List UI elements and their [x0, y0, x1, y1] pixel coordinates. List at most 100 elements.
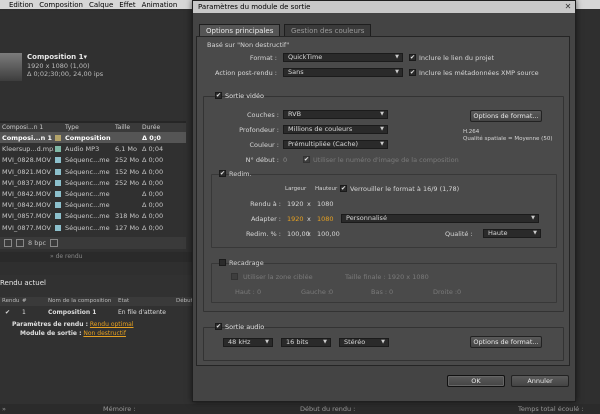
composition-title[interactable]: Composition 1▾ — [27, 53, 87, 61]
start-number-value[interactable]: 0 — [283, 156, 287, 164]
quality-info: Qualité spatiale = Moyenne (50) — [463, 136, 553, 142]
label-color-swatch[interactable] — [55, 168, 61, 175]
list-item[interactable]: Kleersup...d.mp3 Audio MP3 6,1 Mo Δ 0;04 — [0, 143, 186, 154]
menu-effet[interactable]: Effet — [116, 1, 138, 9]
tab-main-options[interactable]: Options principales — [199, 24, 281, 36]
menu-calque[interactable]: Calque — [86, 1, 116, 9]
crop-label: Recadrage — [229, 259, 264, 267]
color-dropdown[interactable]: Prémultipliée (Cache) ▼ — [283, 140, 388, 149]
item-type: Séquenc...me — [65, 212, 110, 221]
item-name: Composi...n 1 — [2, 134, 53, 142]
tab-render-queue[interactable]: » de rendu — [50, 253, 82, 260]
new-folder-icon[interactable] — [16, 239, 24, 247]
format-value: QuickTime — [288, 53, 323, 61]
col-type[interactable]: Type — [65, 124, 79, 131]
list-item[interactable]: Composi...n 1 Composition Δ 0;0 — [0, 132, 186, 144]
channels-label: Couches : — [247, 111, 279, 119]
list-item[interactable]: MVI_0877.MOV Séquenc...me 127 Mo Δ 0;00 — [0, 222, 186, 233]
post-render-dropdown[interactable]: Sans ▼ — [283, 68, 403, 77]
list-item[interactable]: MVI_0857.MOV Séquenc...me 318 Mo Δ 0;00 — [0, 210, 186, 221]
list-item[interactable]: MVI_0837.MOV Séquenc...me 252 Mo Δ 0;00 — [0, 177, 186, 188]
list-item[interactable]: MVI_0842.MOV Séquenc...me Δ 0;00 — [0, 199, 186, 210]
audio-output-checkbox[interactable]: ✔ — [215, 323, 222, 330]
use-roi-label: Utiliser la zone ciblée — [243, 273, 313, 281]
item-name: MVI_0837.MOV — [2, 178, 51, 187]
menu-composition[interactable]: Composition — [36, 1, 86, 9]
render-col-comp[interactable]: Nom de la composition — [48, 298, 111, 304]
label-color-swatch[interactable] — [55, 157, 61, 164]
render-settings-line: Paramètres de rendu : Rendu optimal — [12, 321, 134, 328]
render-checkbox[interactable]: ✔ — [5, 309, 10, 316]
label-color-swatch[interactable] — [55, 213, 61, 220]
use-comp-frame-checkbox[interactable]: ✔ — [303, 156, 310, 163]
list-item[interactable]: MVI_0842.MOV Séquenc...me Δ 0;00 — [0, 188, 186, 199]
interpret-footage-icon[interactable] — [4, 239, 12, 247]
ok-button[interactable]: OK — [447, 375, 505, 387]
crop-left-value[interactable]: 0 — [329, 288, 333, 296]
use-roi-checkbox[interactable] — [231, 273, 238, 280]
format-dropdown[interactable]: QuickTime ▼ — [283, 53, 403, 62]
rendered-width: 1920 — [287, 200, 304, 208]
depth-dropdown[interactable]: Millions de couleurs ▼ — [283, 125, 388, 134]
lock-ratio-checkbox[interactable]: ✔ — [340, 185, 347, 192]
render-queue-panel: Rendu actuel Rendu # Nom de la compositi… — [0, 275, 196, 405]
render-settings-link[interactable]: Rendu optimal — [90, 321, 134, 328]
format-label: Format : — [249, 54, 277, 62]
col-duration[interactable]: Durée — [142, 124, 160, 131]
col-name[interactable]: Composi...n 1 — [2, 124, 43, 131]
crop-top-value[interactable]: 0 — [257, 288, 261, 296]
label-color-swatch[interactable] — [55, 190, 61, 197]
output-module-link[interactable]: Non destructif — [83, 330, 126, 337]
adapt-width-field[interactable]: 1920 — [287, 215, 304, 223]
item-type: Séquenc...me — [65, 156, 110, 165]
list-item[interactable]: MVI_0828.MOV Séquenc...me 252 Mo Δ 0;00 — [0, 154, 186, 165]
panel-tabs: » de rendu — [0, 252, 195, 262]
label-color-swatch[interactable] — [55, 202, 61, 209]
video-output-checkbox[interactable]: ✔ — [215, 92, 222, 99]
quality-dropdown[interactable]: Haute ▼ — [483, 229, 541, 238]
bit-depth[interactable]: 8 bpc — [28, 239, 46, 247]
item-type: Audio MP3 — [65, 145, 100, 154]
audio-format-options-button[interactable]: Options de format... — [470, 336, 542, 348]
col-size[interactable]: Taille — [115, 124, 130, 131]
label-color-swatch[interactable] — [55, 146, 61, 153]
label-color-swatch[interactable] — [55, 135, 61, 141]
crop-bottom-value[interactable]: 0 — [389, 288, 393, 296]
audio-rate-dropdown[interactable]: 48 kHz ▼ — [223, 338, 273, 347]
menu-edition[interactable]: Edition — [6, 1, 36, 9]
include-xmp-checkbox[interactable]: ✔ — [409, 69, 416, 76]
audio-channels-dropdown[interactable]: Stéréo ▼ — [339, 338, 389, 347]
format-options-button[interactable]: Options de format... — [470, 110, 542, 122]
adapt-preset-dropdown[interactable]: Personnalisé ▼ — [341, 214, 539, 223]
audio-bits-dropdown[interactable]: 16 bits ▼ — [281, 338, 331, 347]
render-col-start[interactable]: Début — [176, 298, 193, 304]
crop-checkbox[interactable] — [219, 259, 226, 266]
output-module-line: Module de sortie : Non destructif — [20, 330, 126, 337]
resize-checkbox[interactable]: ✔ — [219, 170, 226, 177]
render-col-number[interactable]: # — [22, 298, 27, 304]
cancel-button[interactable]: Annuler — [511, 375, 569, 387]
render-status-bar: » Mémoire : Début du rendu : Temps total… — [0, 404, 600, 414]
status-elapsed: Temps total écoulé : — [518, 405, 584, 413]
close-icon[interactable]: ✕ — [564, 3, 572, 11]
label-color-swatch[interactable] — [55, 224, 61, 231]
menu-animation[interactable]: Animation — [139, 1, 181, 9]
output-module-dialog: Paramètres du module de sortie ✕ Options… — [192, 0, 576, 402]
adapt-x: x — [307, 215, 311, 223]
trash-icon[interactable] — [50, 239, 59, 247]
render-queue-row[interactable]: ✔ 1 Composition 1 En file d'attente — [0, 308, 196, 318]
list-item[interactable]: MVI_0821.MOV Séquenc...me 152 Mo Δ 0;00 — [0, 166, 186, 177]
main-options-panel: Basé sur "Non destructif" Format : Quick… — [196, 36, 570, 366]
resize-percent-label: Redim. % : — [245, 230, 281, 238]
render-col-status[interactable]: Etat — [118, 298, 129, 304]
crop-right-value[interactable]: 0 — [457, 288, 461, 296]
label-color-swatch[interactable] — [55, 179, 61, 186]
include-project-link-checkbox[interactable]: ✔ — [409, 54, 416, 61]
tab-color-management[interactable]: Gestion des couleurs — [284, 24, 372, 36]
channels-dropdown[interactable]: RVB ▼ — [283, 110, 388, 119]
audio-output-label: Sortie audio — [225, 323, 265, 331]
include-xmp-label: Inclure les métadonnées XMP source — [419, 69, 539, 77]
adapt-height-field[interactable]: 1080 — [317, 215, 334, 223]
render-col-render[interactable]: Rendu — [2, 298, 19, 304]
item-size: 6,1 Mo — [115, 145, 137, 154]
